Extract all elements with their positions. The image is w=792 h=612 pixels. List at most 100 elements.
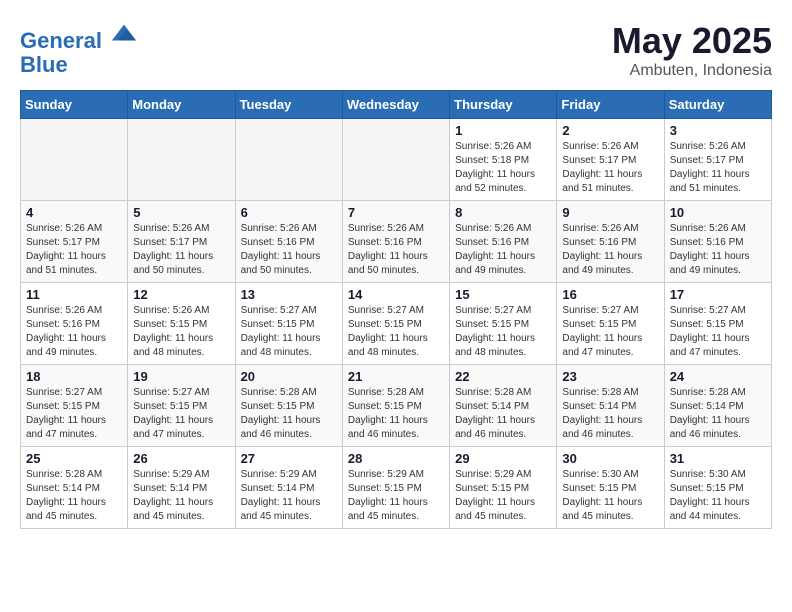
col-header-tuesday: Tuesday [235,91,342,119]
calendar-cell [235,119,342,201]
day-info: Sunrise: 5:28 AM Sunset: 5:15 PM Dayligh… [241,386,337,442]
calendar-cell: 1Sunrise: 5:26 AM Sunset: 5:18 PM Daylig… [450,119,557,201]
day-info: Sunrise: 5:29 AM Sunset: 5:14 PM Dayligh… [241,468,337,524]
calendar-header-row: SundayMondayTuesdayWednesdayThursdayFrid… [21,91,772,119]
logo: General Blue [20,20,138,77]
day-number: 31 [670,451,766,466]
day-info: Sunrise: 5:26 AM Sunset: 5:16 PM Dayligh… [348,222,444,278]
day-number: 29 [455,451,551,466]
calendar-cell: 15 Sunrise: 5:27 AM Sunset: 5:15 PM Dayli… [450,283,557,365]
page-header: General Blue May 2025 Ambuten, Indonesia [20,20,772,80]
calendar-cell: 12 Sunrise: 5:26 AM Sunset: 5:15 PM Dayli… [128,283,235,365]
title-block: May 2025 Ambuten, Indonesia [612,20,772,80]
col-header-monday: Monday [128,91,235,119]
day-number: 2 [562,123,658,138]
calendar-cell: 25 Sunrise: 5:28 AM Sunset: 5:14 PM Dayli… [21,447,128,529]
day-info: Sunrise: 5:27 AM Sunset: 5:15 PM Dayligh… [241,304,337,360]
day-info: Sunrise: 5:26 AM Sunset: 5:17 PM Dayligh… [670,140,766,196]
day-number: 16 [562,287,658,302]
calendar-cell: 3 Sunrise: 5:26 AM Sunset: 5:17 PM Daylig… [664,119,771,201]
day-info: Sunrise: 5:29 AM Sunset: 5:14 PM Dayligh… [133,468,229,524]
day-number: 22 [455,369,551,384]
day-info: Sunrise: 5:26 AM Sunset: 5:17 PM Dayligh… [562,140,658,196]
calendar-cell: 10Sunrise: 5:26 AM Sunset: 5:16 PM Dayli… [664,201,771,283]
calendar-cell: 13 Sunrise: 5:27 AM Sunset: 5:15 PM Dayli… [235,283,342,365]
calendar-cell: 8 Sunrise: 5:26 AM Sunset: 5:16 PM Daylig… [450,201,557,283]
calendar-week-3: 11 Sunrise: 5:26 AM Sunset: 5:16 PM Dayli… [21,283,772,365]
calendar-cell: 9 Sunrise: 5:26 AM Sunset: 5:16 PM Daylig… [557,201,664,283]
day-number: 4 [26,205,122,220]
day-info: Sunrise: 5:28 AM Sunset: 5:14 PM Dayligh… [26,468,122,524]
day-number: 25 [26,451,122,466]
calendar-cell: 29 Sunrise: 5:29 AM Sunset: 5:15 PM Dayli… [450,447,557,529]
logo-line2: Blue [20,53,138,77]
day-number: 15 [455,287,551,302]
col-header-wednesday: Wednesday [342,91,449,119]
calendar-cell: 24 Sunrise: 5:28 AM Sunset: 5:14 PM Dayli… [664,365,771,447]
calendar-week-1: 1Sunrise: 5:26 AM Sunset: 5:18 PM Daylig… [21,119,772,201]
day-info: Sunrise: 5:29 AM Sunset: 5:15 PM Dayligh… [455,468,551,524]
month-title: May 2025 [612,20,772,62]
day-info: Sunrise: 5:27 AM Sunset: 5:15 PM Dayligh… [26,386,122,442]
day-info: Sunrise: 5:30 AM Sunset: 5:15 PM Dayligh… [670,468,766,524]
calendar-table: SundayMondayTuesdayWednesdayThursdayFrid… [20,90,772,529]
calendar-cell [128,119,235,201]
calendar-cell: 17 Sunrise: 5:27 AM Sunset: 5:15 PM Dayli… [664,283,771,365]
calendar-cell: 27Sunrise: 5:29 AM Sunset: 5:14 PM Dayli… [235,447,342,529]
day-info: Sunrise: 5:27 AM Sunset: 5:15 PM Dayligh… [670,304,766,360]
subtitle: Ambuten, Indonesia [612,62,772,80]
col-header-thursday: Thursday [450,91,557,119]
calendar-cell: 2 Sunrise: 5:26 AM Sunset: 5:17 PM Daylig… [557,119,664,201]
day-number: 20 [241,369,337,384]
calendar-week-5: 25 Sunrise: 5:28 AM Sunset: 5:14 PM Dayli… [21,447,772,529]
calendar-cell: 16Sunrise: 5:27 AM Sunset: 5:15 PM Dayli… [557,283,664,365]
day-number: 5 [133,205,229,220]
day-info: Sunrise: 5:30 AM Sunset: 5:15 PM Dayligh… [562,468,658,524]
day-info: Sunrise: 5:26 AM Sunset: 5:16 PM Dayligh… [670,222,766,278]
day-info: Sunrise: 5:27 AM Sunset: 5:15 PM Dayligh… [455,304,551,360]
day-number: 21 [348,369,444,384]
calendar-cell: 31 Sunrise: 5:30 AM Sunset: 5:15 PM Dayli… [664,447,771,529]
calendar-cell [342,119,449,201]
day-info: Sunrise: 5:26 AM Sunset: 5:17 PM Dayligh… [26,222,122,278]
logo-text: General [20,20,138,53]
calendar-cell: 28Sunrise: 5:29 AM Sunset: 5:15 PM Dayli… [342,447,449,529]
day-number: 12 [133,287,229,302]
col-header-friday: Friday [557,91,664,119]
day-info: Sunrise: 5:28 AM Sunset: 5:14 PM Dayligh… [670,386,766,442]
calendar-week-2: 4 Sunrise: 5:26 AM Sunset: 5:17 PM Daylig… [21,201,772,283]
calendar-cell: 11 Sunrise: 5:26 AM Sunset: 5:16 PM Dayli… [21,283,128,365]
col-header-saturday: Saturday [664,91,771,119]
day-number: 19 [133,369,229,384]
day-number: 14 [348,287,444,302]
day-info: Sunrise: 5:26 AM Sunset: 5:17 PM Dayligh… [133,222,229,278]
day-info: Sunrise: 5:26 AM Sunset: 5:16 PM Dayligh… [26,304,122,360]
day-number: 8 [455,205,551,220]
day-number: 17 [670,287,766,302]
day-info: Sunrise: 5:27 AM Sunset: 5:15 PM Dayligh… [348,304,444,360]
day-info: Sunrise: 5:28 AM Sunset: 5:14 PM Dayligh… [562,386,658,442]
day-number: 7 [348,205,444,220]
calendar-cell: 21Sunrise: 5:28 AM Sunset: 5:15 PM Dayli… [342,365,449,447]
day-number: 18 [26,369,122,384]
day-info: Sunrise: 5:26 AM Sunset: 5:16 PM Dayligh… [562,222,658,278]
day-number: 13 [241,287,337,302]
calendar-cell: 26Sunrise: 5:29 AM Sunset: 5:14 PM Dayli… [128,447,235,529]
calendar-cell: 7 Sunrise: 5:26 AM Sunset: 5:16 PM Daylig… [342,201,449,283]
day-info: Sunrise: 5:28 AM Sunset: 5:14 PM Dayligh… [455,386,551,442]
calendar-cell: 19Sunrise: 5:27 AM Sunset: 5:15 PM Dayli… [128,365,235,447]
day-number: 6 [241,205,337,220]
day-info: Sunrise: 5:26 AM Sunset: 5:16 PM Dayligh… [455,222,551,278]
calendar-body: 1Sunrise: 5:26 AM Sunset: 5:18 PM Daylig… [21,119,772,529]
calendar-cell: 6Sunrise: 5:26 AM Sunset: 5:16 PM Daylig… [235,201,342,283]
day-info: Sunrise: 5:26 AM Sunset: 5:15 PM Dayligh… [133,304,229,360]
calendar-cell: 23Sunrise: 5:28 AM Sunset: 5:14 PM Dayli… [557,365,664,447]
day-number: 24 [670,369,766,384]
day-number: 9 [562,205,658,220]
day-number: 11 [26,287,122,302]
day-info: Sunrise: 5:29 AM Sunset: 5:15 PM Dayligh… [348,468,444,524]
calendar-cell: 18 Sunrise: 5:27 AM Sunset: 5:15 PM Dayli… [21,365,128,447]
day-number: 3 [670,123,766,138]
calendar-week-4: 18 Sunrise: 5:27 AM Sunset: 5:15 PM Dayli… [21,365,772,447]
day-info: Sunrise: 5:26 AM Sunset: 5:18 PM Dayligh… [455,140,551,196]
